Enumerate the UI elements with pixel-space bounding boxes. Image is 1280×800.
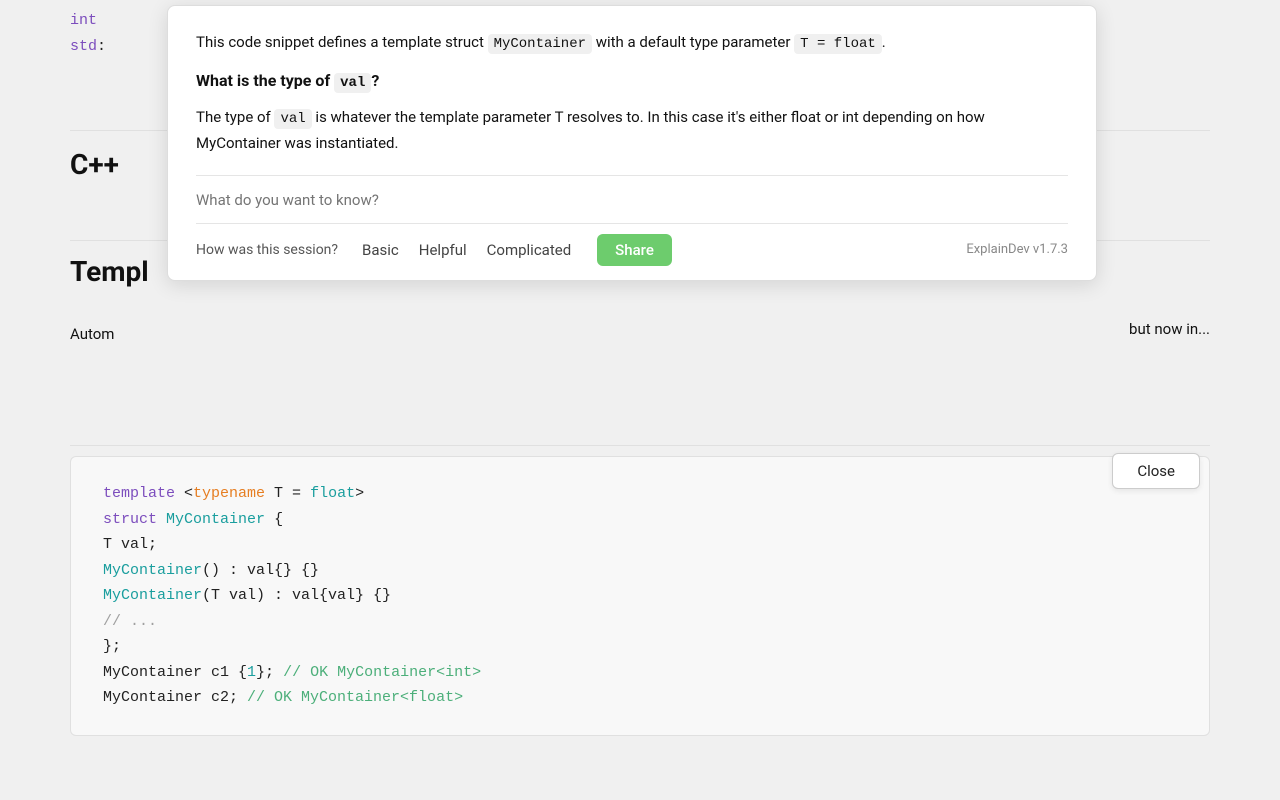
helpful-button[interactable]: Helpful [409, 237, 477, 263]
complicated-button[interactable]: Complicated [477, 237, 582, 263]
code-token: () : val{} {} [202, 562, 319, 579]
code-token: struct [103, 511, 157, 528]
popup-question: What is the type of val? [196, 71, 1068, 91]
description-left: Autom [70, 325, 114, 343]
code-lines: template <typename T = float>struct MyCo… [103, 481, 1177, 711]
code-line: MyContainer() : val{} {} [103, 558, 1177, 584]
popup-answer: The type of val is whatever the template… [196, 105, 1068, 154]
code-token: (T val) : val{val} {} [202, 587, 391, 604]
code-token: { [265, 511, 283, 528]
code-token: MyContainer [166, 511, 265, 528]
code-line: MyContainer c2; // OK MyContainer<float> [103, 685, 1177, 711]
question-input[interactable] [196, 191, 1068, 223]
code-token: MyContainer [103, 587, 202, 604]
top-code-snippet: int std: [70, 8, 106, 59]
val-code-answer: val [274, 109, 311, 129]
code-token: typename [193, 485, 265, 502]
code-token: T = [265, 485, 310, 502]
popup-explanation: This code snippet defines a template str… [196, 30, 1068, 55]
default-param-code: T = float [794, 34, 882, 54]
popup-panel: This code snippet defines a template str… [167, 5, 1097, 281]
session-label: How was this session? [196, 242, 338, 258]
code-token: // OK MyContainer<float> [238, 689, 463, 706]
share-button[interactable]: Share [597, 234, 672, 266]
description-right: but now in... [1100, 320, 1210, 338]
code-token: MyContainer [103, 562, 202, 579]
cpp-section-heading: C++ [70, 148, 119, 181]
code-line: }; [103, 634, 1177, 660]
code-token: // ... [103, 613, 157, 630]
divider-bottom [70, 445, 1210, 446]
code-token: float [310, 485, 355, 502]
code-token: < [175, 485, 193, 502]
version-label: ExplainDev v1.7.3 [966, 242, 1068, 257]
code-block: template <typename T = float>struct MyCo… [70, 456, 1210, 736]
code-token: MyContainer c2; [103, 689, 238, 706]
basic-button[interactable]: Basic [352, 237, 409, 263]
struct-name-code: MyContainer [488, 34, 592, 54]
val-code-question: val [334, 73, 371, 93]
code-line: // ... [103, 609, 1177, 635]
code-line: MyContainer(T val) : val{val} {} [103, 583, 1177, 609]
cpp-heading-area: C++ [70, 148, 119, 181]
code-token: // OK MyContainer<int> [274, 664, 481, 681]
template-section-heading: Templ [70, 255, 149, 288]
code-token [157, 511, 166, 528]
page-wrapper: C++ Templ Autom but now in... int std: T… [0, 0, 1280, 800]
code-token: }; [103, 638, 121, 655]
code-token: MyContainer c1 { [103, 664, 247, 681]
popup-footer: How was this session? Basic Helpful Comp… [196, 223, 1068, 280]
code-token: }; [256, 664, 274, 681]
close-button[interactable]: Close [1112, 453, 1200, 489]
popup-input-area [196, 175, 1068, 223]
template-heading-area: Templ [70, 255, 149, 288]
code-line: template <typename T = float> [103, 481, 1177, 507]
code-line: struct MyContainer { [103, 507, 1177, 533]
code-token: 1 [247, 664, 256, 681]
code-token: > [355, 485, 364, 502]
code-line: T val; [103, 532, 1177, 558]
code-token: template [103, 485, 175, 502]
code-token: T val; [103, 536, 157, 553]
code-line: MyContainer c1 {1}; // OK MyContainer<in… [103, 660, 1177, 686]
popup-content: This code snippet defines a template str… [168, 6, 1096, 280]
